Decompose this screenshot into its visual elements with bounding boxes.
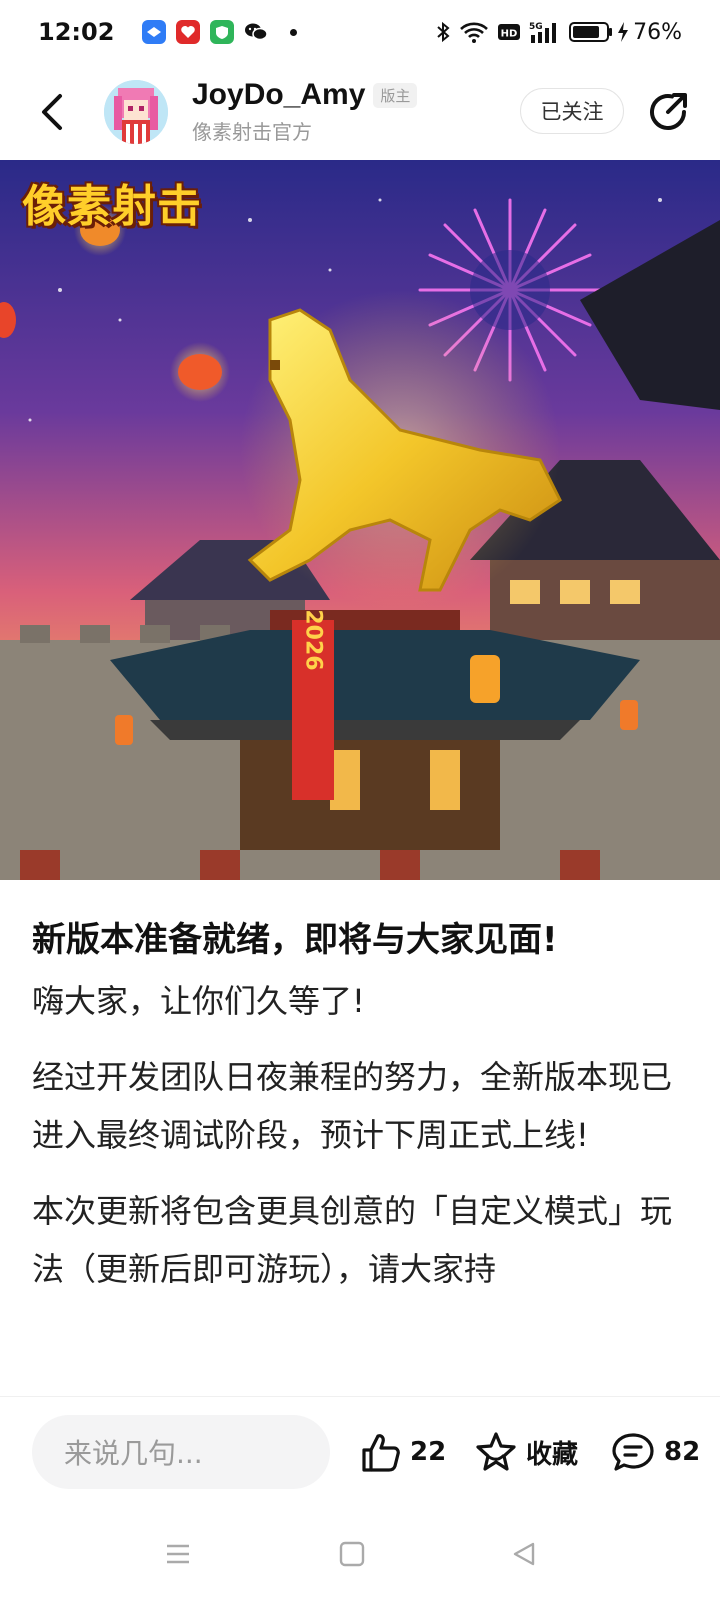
author-subtitle: 像素射击官方: [192, 120, 312, 144]
like-count: 22: [410, 1437, 447, 1467]
like-button[interactable]: 22: [358, 1427, 446, 1477]
author-avatar[interactable]: [104, 80, 168, 144]
system-navigation-bar: [0, 1506, 720, 1600]
star-icon: [476, 1432, 516, 1471]
favorite-button[interactable]: 收藏: [474, 1427, 578, 1477]
more-notifications-dot: [290, 28, 298, 36]
follow-button[interactable]: 已关注: [520, 88, 624, 134]
svg-text:5G: 5G: [529, 22, 543, 32]
banner-illustration: 2026: [0, 160, 720, 880]
battery-percent: 76%: [633, 19, 682, 45]
comment-count: 82: [664, 1437, 701, 1467]
battery-icon: [569, 22, 613, 42]
post-header: JoyDo_Amy 版主 像素射击官方 已关注: [0, 64, 720, 160]
post-paragraph: 经过开发团队日夜兼程的努力，全新版本现已进入最终调试阶段，预计下周正式上线!: [32, 1058, 673, 1154]
charging-icon: [618, 22, 629, 42]
svg-text:HD: HD: [501, 29, 518, 40]
status-bar: 12:02 HD 5G 76%: [0, 0, 720, 64]
back-button[interactable]: [30, 86, 74, 138]
post-content: 新版本准备就绪，即将与大家见面! 嗨大家，让你们久等了! 经过开发团队日夜兼程的…: [32, 880, 692, 1395]
hd-icon: HD: [498, 24, 521, 40]
favorite-label: 收藏: [526, 1439, 579, 1470]
thumbs-up-icon: [362, 1434, 400, 1472]
post-paragraph: 本次更新将包含更具创意的「自定义模式」玩法（更新后即可游玩），请大家持: [32, 1192, 673, 1288]
share-button[interactable]: [644, 88, 692, 136]
moderator-badge: 版主: [373, 82, 418, 108]
post-banner-image[interactable]: 2026 像素射击: [0, 160, 720, 880]
app-notification-icon-blue: [142, 20, 167, 44]
home-button[interactable]: [332, 1534, 372, 1574]
bluetooth-icon: [437, 21, 450, 43]
author-name[interactable]: JoyDo_Amy: [192, 78, 365, 112]
comment-icon: [612, 1433, 654, 1471]
status-time: 12:02: [38, 18, 115, 46]
chevron-left-icon: [42, 94, 62, 130]
share-icon: [650, 93, 687, 130]
5g-signal-icon: 5G: [529, 22, 557, 43]
app-notification-icon-red: [176, 20, 201, 44]
post-action-bar: 来说几句... 22 收藏 82: [0, 1396, 720, 1506]
wechat-icon: [244, 20, 269, 44]
back-nav-button[interactable]: [504, 1534, 544, 1574]
author-info[interactable]: JoyDo_Amy 版主 像素射击官方: [192, 78, 418, 145]
battery-indicator: 76%: [569, 20, 682, 45]
banner-year-sign: 2026: [301, 609, 326, 670]
wifi-icon: [460, 22, 488, 43]
post-paragraph: 嗨大家，让你们久等了!: [32, 982, 365, 1020]
comments-button[interactable]: 82: [610, 1427, 700, 1477]
square-home-icon: [339, 1541, 365, 1567]
comment-input[interactable]: 来说几句...: [32, 1415, 330, 1489]
menu-lines-icon: [167, 1544, 189, 1564]
game-logo: 像素射击: [22, 181, 202, 232]
triangle-back-icon: [513, 1542, 535, 1566]
post-title: 新版本准备就绪，即将与大家见面!: [32, 920, 558, 960]
notification-icons: [142, 20, 298, 44]
recent-apps-button[interactable]: [158, 1534, 198, 1574]
app-notification-icon-green: [210, 20, 235, 44]
